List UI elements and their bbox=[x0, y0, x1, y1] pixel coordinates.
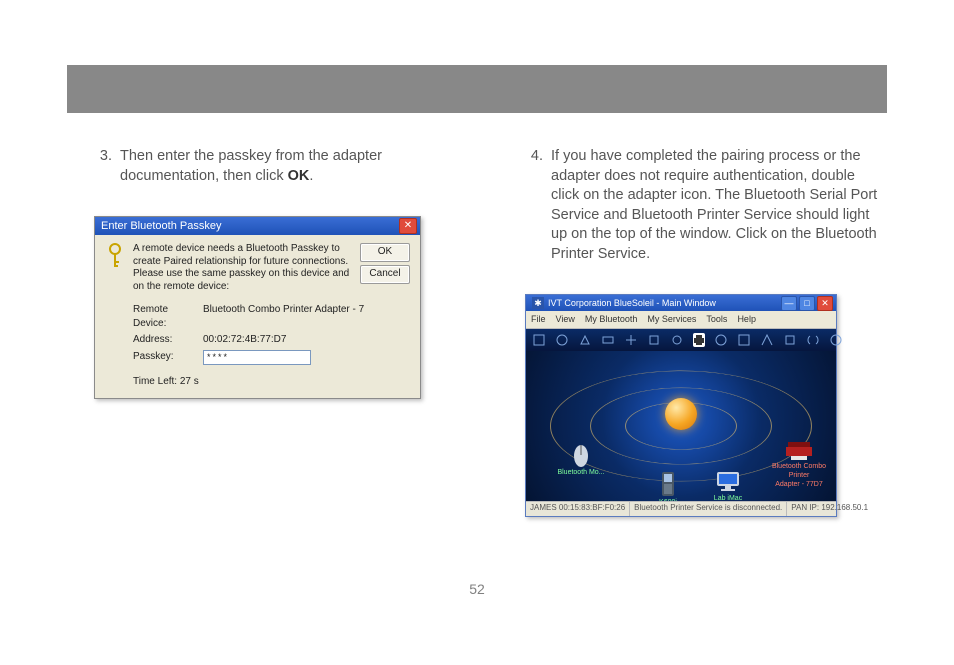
device-printer-label-2: Adapter - 77D7 bbox=[766, 480, 832, 489]
right-column: 4. If you have completed the pairing pro… bbox=[525, 147, 884, 517]
device-mouse[interactable]: Bluetooth Mo... bbox=[551, 443, 611, 477]
device-printer[interactable]: Bluetooth Combo Printer Adapter - 77D7 bbox=[766, 441, 832, 490]
dialog-message: A remote device needs a Bluetooth Passke… bbox=[133, 243, 352, 293]
key-icon bbox=[105, 243, 125, 271]
step-3-text: Then enter the passkey from the adapter … bbox=[120, 147, 453, 186]
menu-file[interactable]: File bbox=[531, 313, 546, 325]
service-icon[interactable] bbox=[760, 333, 774, 347]
page-number: 52 bbox=[469, 581, 485, 597]
ok-button[interactable]: OK bbox=[360, 243, 410, 262]
bluetooth-icon: ✱ bbox=[532, 297, 544, 309]
address-label: Address: bbox=[133, 333, 203, 347]
address-value: 00:02:72:4B:77:D7 bbox=[203, 333, 286, 347]
bluesoleil-menubar: File View My Bluetooth My Services Tools… bbox=[526, 311, 836, 328]
service-icon[interactable] bbox=[601, 333, 615, 347]
device-phone[interactable]: K600i bbox=[638, 471, 698, 501]
service-icon[interactable] bbox=[578, 333, 592, 347]
bluesoleil-titlebar: ✱ IVT Corporation BlueSoleil - Main Wind… bbox=[526, 295, 836, 311]
service-icon[interactable] bbox=[647, 333, 661, 347]
printer-service-icon[interactable] bbox=[693, 333, 705, 347]
dialog-titlebar: Enter Bluetooth Passkey ✕ bbox=[95, 217, 420, 235]
step-3-number: 3. bbox=[94, 147, 112, 186]
menu-my-bluetooth[interactable]: My Bluetooth bbox=[585, 313, 638, 325]
service-icon[interactable] bbox=[670, 333, 684, 347]
remote-device-label: Remote Device: bbox=[133, 303, 203, 330]
service-icon[interactable] bbox=[829, 333, 843, 347]
columns: 3. Then enter the passkey from the adapt… bbox=[94, 147, 884, 517]
status-left: JAMES 00:15:83:BF:F0:26 bbox=[526, 502, 630, 516]
passkey-label: Passkey: bbox=[133, 350, 203, 365]
service-icon[interactable] bbox=[783, 333, 797, 347]
bluesoleil-statusbar: JAMES 00:15:83:BF:F0:26 Bluetooth Printe… bbox=[526, 501, 836, 516]
device-phone-label: K600i bbox=[638, 498, 698, 501]
close-icon[interactable]: ✕ bbox=[399, 218, 417, 234]
remote-device-value: Bluetooth Combo Printer Adapter - 7 bbox=[203, 303, 364, 330]
step-4: 4. If you have completed the pairing pro… bbox=[525, 147, 884, 264]
minimize-icon[interactable]: ― bbox=[781, 296, 797, 311]
menu-help[interactable]: Help bbox=[737, 313, 756, 325]
left-column: 3. Then enter the passkey from the adapt… bbox=[94, 147, 453, 517]
header-bar bbox=[67, 65, 887, 113]
step-4-number: 4. bbox=[525, 147, 543, 264]
device-imac-label: Lab iMac bbox=[698, 494, 758, 501]
status-mid: Bluetooth Printer Service is disconnecte… bbox=[630, 502, 787, 516]
bluesoleil-title: IVT Corporation BlueSoleil - Main Window bbox=[548, 297, 716, 309]
service-icon[interactable] bbox=[624, 333, 638, 347]
bluesoleil-toolbar bbox=[526, 329, 836, 351]
close-icon[interactable]: ✕ bbox=[817, 296, 833, 311]
service-icon[interactable] bbox=[806, 333, 820, 347]
sun-icon[interactable] bbox=[665, 398, 697, 430]
time-left: Time Left: 27 s bbox=[133, 375, 410, 389]
service-icon[interactable] bbox=[532, 333, 546, 347]
service-icon[interactable] bbox=[714, 333, 728, 347]
device-mouse-label: Bluetooth Mo... bbox=[551, 468, 611, 477]
status-right: PAN IP: 192.168.50.1 bbox=[787, 502, 872, 516]
service-icon[interactable] bbox=[555, 333, 569, 347]
passkey-input[interactable]: **** bbox=[203, 350, 311, 365]
menu-my-services[interactable]: My Services bbox=[647, 313, 696, 325]
dialog-title: Enter Bluetooth Passkey bbox=[101, 219, 221, 234]
menu-tools[interactable]: Tools bbox=[706, 313, 727, 325]
cancel-button[interactable]: Cancel bbox=[360, 265, 410, 284]
step-3: 3. Then enter the passkey from the adapt… bbox=[94, 147, 453, 186]
passkey-dialog: Enter Bluetooth Passkey ✕ A remote devic… bbox=[94, 216, 421, 399]
menu-view[interactable]: View bbox=[556, 313, 575, 325]
device-printer-label-1: Bluetooth Combo Printer bbox=[766, 462, 832, 481]
maximize-icon[interactable]: □ bbox=[799, 296, 815, 311]
bluesoleil-window: ✱ IVT Corporation BlueSoleil - Main Wind… bbox=[525, 294, 837, 516]
device-imac[interactable]: Lab iMac bbox=[698, 471, 758, 501]
step-4-text: If you have completed the pairing proces… bbox=[551, 147, 884, 264]
bluesoleil-main-view: Bluetooth Mo... K600i Lab iMac Bluetooth… bbox=[526, 351, 836, 501]
service-icon[interactable] bbox=[737, 333, 751, 347]
